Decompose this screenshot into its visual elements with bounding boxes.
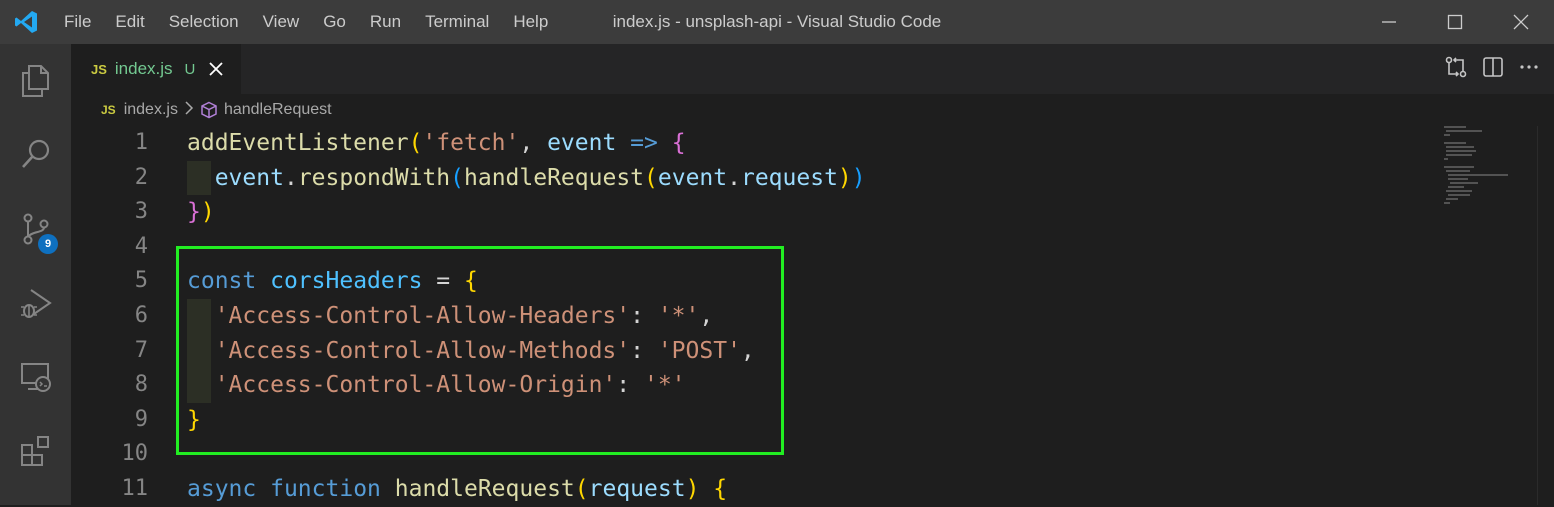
code-editor[interactable]: 1 addEventListener('fetch', event => { 2…: [71, 126, 1537, 505]
editor-actions: [1444, 44, 1540, 94]
remote-explorer-icon: [20, 363, 51, 392]
extensions-button[interactable]: [0, 414, 71, 488]
vscode-logo-icon: [0, 0, 52, 44]
open-changes-button[interactable]: [1444, 55, 1468, 84]
line-number: 4: [134, 233, 148, 259]
line-number: 5: [134, 268, 148, 294]
code-line: 7 'Access-Control-Allow-Methods': 'POST'…: [71, 333, 1537, 369]
line-number: 9: [134, 406, 148, 432]
menu-run[interactable]: Run: [358, 0, 413, 44]
code-text: 'Access-Control-Allow-Origin': '*': [214, 372, 686, 399]
javascript-file-icon: JS: [91, 61, 107, 77]
source-control-badge: 9: [38, 234, 58, 254]
window-controls: [1356, 0, 1554, 44]
tab-index-js[interactable]: JS index.js U: [71, 44, 241, 94]
code-line: 2 event.respondWith(handleRequest(event.…: [71, 160, 1537, 196]
code-line: 1 addEventListener('fetch', event => {: [71, 126, 1537, 161]
run-debug-button[interactable]: [0, 266, 71, 340]
line-number: 10: [121, 441, 149, 467]
editor-tab-bar: JS index.js U: [71, 44, 1554, 94]
minimize-icon: [1382, 21, 1396, 23]
code-text: event.respondWith(handleRequest(event.re…: [214, 164, 866, 191]
line-number: 6: [134, 303, 148, 328]
split-editor-icon: [1483, 56, 1503, 77]
more-actions-button[interactable]: [1518, 56, 1540, 83]
menu-bar: File Edit Selection View Go Run Terminal…: [52, 0, 560, 44]
tab-label: index.js: [114, 59, 173, 78]
code-text: }): [187, 199, 215, 226]
close-window-button[interactable]: [1488, 0, 1554, 44]
code-text: 'Access-Control-Allow-Headers': '*',: [214, 303, 714, 329]
source-control-button[interactable]: 9: [0, 192, 71, 266]
line-number: 8: [134, 372, 148, 398]
code-text: async function handleRequest(request) {: [187, 476, 728, 502]
title-bar: File Edit Selection View Go Run Terminal…: [0, 0, 1554, 44]
code-line: 5 const corsHeaders = {: [71, 264, 1537, 299]
code-line: 11 async function handleRequest(request)…: [71, 472, 1537, 507]
menu-view[interactable]: View: [251, 0, 312, 44]
menu-edit[interactable]: Edit: [103, 0, 156, 44]
line-number: 3: [134, 199, 148, 225]
compare-changes-icon: [1445, 56, 1467, 77]
code-text: }: [187, 406, 201, 433]
code-line: 6 'Access-Control-Allow-Headers': '*',: [71, 299, 1537, 334]
menu-help[interactable]: Help: [501, 0, 560, 44]
line-number: 7: [134, 337, 148, 363]
remote-explorer-button[interactable]: [0, 340, 71, 414]
code-line: 10: [71, 437, 1537, 472]
menu-terminal[interactable]: Terminal: [413, 0, 501, 44]
vertical-scrollbar[interactable]: [1537, 126, 1554, 505]
split-editor-button[interactable]: [1482, 56, 1504, 83]
javascript-file-icon: JS: [101, 103, 116, 117]
code-text: addEventListener('fetch', event => {: [187, 130, 686, 156]
search-icon: [21, 139, 49, 168]
ellipsis-icon: [1520, 64, 1538, 69]
code-line: 3 }): [71, 195, 1537, 230]
line-number: 2: [134, 164, 148, 190]
minimize-button[interactable]: [1356, 0, 1422, 44]
chevron-right-icon: [184, 100, 194, 120]
breadcrumb-symbol[interactable]: handleRequest: [224, 101, 332, 119]
close-icon: [1513, 14, 1529, 30]
search-button[interactable]: [0, 118, 71, 192]
code-line: 4: [71, 230, 1537, 265]
run-debug-icon: [20, 289, 52, 318]
explorer-icon: [21, 65, 49, 97]
method-cube-icon: [200, 101, 218, 119]
close-icon: [209, 62, 224, 76]
code-line: 9 }: [71, 403, 1537, 438]
breadcrumb-file[interactable]: index.js: [124, 101, 178, 119]
tab-close-button[interactable]: [209, 62, 224, 76]
maximize-button[interactable]: [1422, 0, 1488, 44]
explorer-button[interactable]: [0, 44, 71, 118]
line-number: 11: [121, 476, 149, 501]
extensions-icon: [20, 436, 49, 466]
menu-selection[interactable]: Selection: [157, 0, 251, 44]
menu-go[interactable]: Go: [311, 0, 358, 44]
code-text: 'Access-Control-Allow-Methods': 'POST',: [214, 337, 755, 364]
code-text: const corsHeaders = {: [187, 268, 478, 295]
code-line: 8 'Access-Control-Allow-Origin': '*': [71, 368, 1537, 403]
breadcrumb: JS index.js handleRequest: [71, 94, 1554, 126]
activity-bar: 9: [0, 44, 71, 505]
line-number: 1: [134, 130, 148, 155]
minimap[interactable]: [1440, 126, 1540, 216]
menu-file[interactable]: File: [52, 0, 103, 44]
untracked-status-badge: U: [184, 60, 196, 78]
maximize-icon: [1447, 14, 1463, 30]
